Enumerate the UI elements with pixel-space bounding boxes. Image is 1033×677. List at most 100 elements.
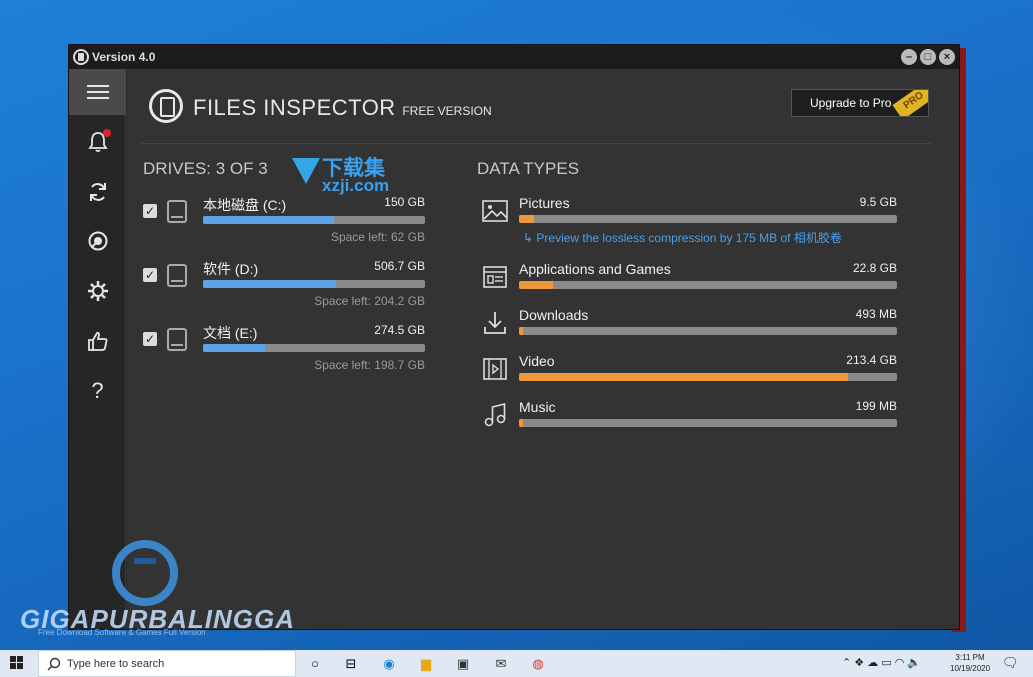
- xzji-logo-icon: [292, 158, 320, 184]
- drive-usage-fill: [203, 344, 266, 352]
- applications-icon: [483, 266, 507, 288]
- data-type-row-applications[interactable]: Applications and Games 22.8 GB: [477, 261, 897, 301]
- data-type-name: Music: [519, 399, 556, 415]
- files-inspector-logo-icon: [149, 89, 183, 123]
- drive-size: 150 GB: [384, 195, 425, 209]
- image-icon: [482, 200, 508, 222]
- wifi-icon[interactable]: ◠: [895, 657, 905, 669]
- data-type-fill: [519, 281, 554, 289]
- gigapurbalingga-logo-icon: [112, 540, 178, 606]
- upgrade-button[interactable]: Upgrade to Pro PRO: [791, 89, 929, 117]
- data-type-size: 199 MB: [855, 399, 897, 413]
- search-placeholder: Type here to search: [67, 658, 165, 670]
- hard-drive-icon: [167, 264, 187, 287]
- task-view-icon[interactable]: ○: [306, 655, 324, 673]
- window-title: Version 4.0: [92, 50, 156, 64]
- data-type-fill: [519, 215, 535, 223]
- close-button[interactable]: ×: [939, 49, 955, 65]
- drive-free-space: Space left: 62 GB: [330, 230, 425, 244]
- data-type-name: Downloads: [519, 307, 589, 323]
- drive-usage-fill: [203, 280, 337, 288]
- app-edition: FREE VERSION: [402, 104, 492, 118]
- drive-free-space: Space left: 198.7 GB: [314, 358, 425, 372]
- download-icon: [484, 312, 506, 334]
- drive-usage-fill: [203, 216, 334, 224]
- data-type-row-pictures[interactable]: Pictures 9.5 GB ↳ Preview the lossless c…: [477, 195, 897, 245]
- support-button[interactable]: [69, 218, 126, 264]
- drive-checkbox[interactable]: ✓: [143, 268, 157, 282]
- clock-date: 10/19/2020: [950, 664, 991, 673]
- clock-time: 3:11 PM: [955, 653, 985, 662]
- data-type-name: Pictures: [519, 195, 570, 211]
- dropbox-icon[interactable]: ❖: [854, 657, 864, 669]
- network-cloud-icon[interactable]: ☁: [867, 657, 878, 669]
- data-type-row-video[interactable]: Video 213.4 GB: [477, 353, 897, 393]
- data-type-bar: [519, 281, 897, 289]
- menu-icon: [86, 85, 109, 99]
- start-button[interactable]: [10, 656, 24, 670]
- refresh-button[interactable]: [69, 169, 126, 215]
- data-type-size: 22.8 GB: [852, 261, 897, 275]
- app-logo-icon: [73, 49, 89, 65]
- taskbar-search[interactable]: Type here to search: [38, 650, 296, 677]
- help-icon: ?: [91, 378, 104, 403]
- battery-icon[interactable]: ▭: [881, 657, 891, 669]
- link-arrow-icon: ↳: [523, 231, 537, 245]
- drive-checkbox[interactable]: ✓: [143, 204, 157, 218]
- data-type-bar: [519, 373, 897, 381]
- volume-icon[interactable]: 🔈: [907, 657, 921, 669]
- drive-usage-bar: [203, 216, 425, 224]
- preview-compression-link[interactable]: ↳ Preview the lossless compression by 17…: [523, 229, 842, 246]
- data-type-size: 9.5 GB: [859, 195, 897, 209]
- chevron-up-icon[interactable]: ⌃: [842, 657, 851, 669]
- help-button[interactable]: ?: [69, 368, 126, 414]
- hard-drive-icon: [167, 328, 187, 351]
- drive-size: 274.5 GB: [374, 323, 425, 337]
- data-type-fill: [519, 373, 848, 381]
- gigapurbalingga-tagline: Free Download Software & Games Full Vers…: [38, 628, 206, 637]
- taskbar-clock[interactable]: 3:11 PM 10/19/2020: [950, 652, 990, 674]
- data-type-fill: [519, 419, 523, 427]
- hard-drive-icon: [167, 200, 187, 223]
- rate-button[interactable]: [69, 318, 126, 364]
- app-name: FILES INSPECTOR: [193, 95, 396, 120]
- data-type-name: Applications and Games: [519, 261, 671, 277]
- gear-icon: [87, 281, 108, 301]
- notifications-button[interactable]: [69, 119, 126, 165]
- drive-row: ✓ 软件 (D:) 506.7 GB Space left: 204.2 GB: [143, 259, 433, 319]
- data-type-bar: [519, 215, 897, 223]
- lifebuoy-icon: [88, 231, 107, 251]
- drive-checkbox[interactable]: ✓: [143, 332, 157, 346]
- app-window: Version 4.0 – □ × ? FILES INSPECTOR FREE…: [68, 44, 960, 630]
- data-type-bar: [519, 419, 897, 427]
- menu-button[interactable]: [69, 69, 126, 115]
- refresh-icon: [89, 183, 106, 201]
- file-explorer-icon[interactable]: ▆: [417, 655, 435, 673]
- system-tray[interactable]: ⌃ ❖ ☁ ▭ ◠ 🔈: [842, 656, 921, 669]
- action-center-icon[interactable]: 🗨: [1002, 655, 1019, 671]
- maximize-button[interactable]: □: [920, 49, 936, 65]
- settings-button[interactable]: [69, 268, 126, 314]
- data-type-fill: [519, 327, 523, 335]
- data-type-size: 213.4 GB: [846, 353, 897, 367]
- header-divider: [141, 143, 931, 144]
- widgets-icon[interactable]: ⊟: [342, 655, 360, 673]
- minimize-button[interactable]: –: [901, 49, 917, 65]
- mail-icon[interactable]: ✉: [492, 655, 510, 673]
- drive-free-space: Space left: 204.2 GB: [314, 294, 425, 308]
- xzji-watermark-en: xzji.com: [322, 176, 390, 195]
- titlebar[interactable]: Version 4.0 – □ ×: [69, 45, 959, 69]
- preview-link-text: Preview the lossless compression by 175 …: [536, 231, 842, 245]
- main-panel: FILES INSPECTOR FREE VERSION Upgrade to …: [127, 69, 959, 629]
- drives-title: DRIVES: 3 OF 3: [143, 159, 268, 178]
- drive-name: 软件 (D:): [203, 261, 259, 277]
- chrome-browser-icon[interactable]: ◍: [529, 655, 547, 673]
- drive-name: 文档 (E:): [203, 325, 258, 341]
- drive-size: 506.7 GB: [374, 259, 425, 273]
- notification-dot: [103, 129, 111, 137]
- data-type-row-music[interactable]: Music 199 MB: [477, 399, 897, 439]
- store-icon[interactable]: ▣: [454, 655, 472, 673]
- data-type-row-downloads[interactable]: Downloads 493 MB: [477, 307, 897, 347]
- data-types-title: DATA TYPES: [477, 159, 580, 178]
- edge-browser-icon[interactable]: ◉: [380, 655, 398, 673]
